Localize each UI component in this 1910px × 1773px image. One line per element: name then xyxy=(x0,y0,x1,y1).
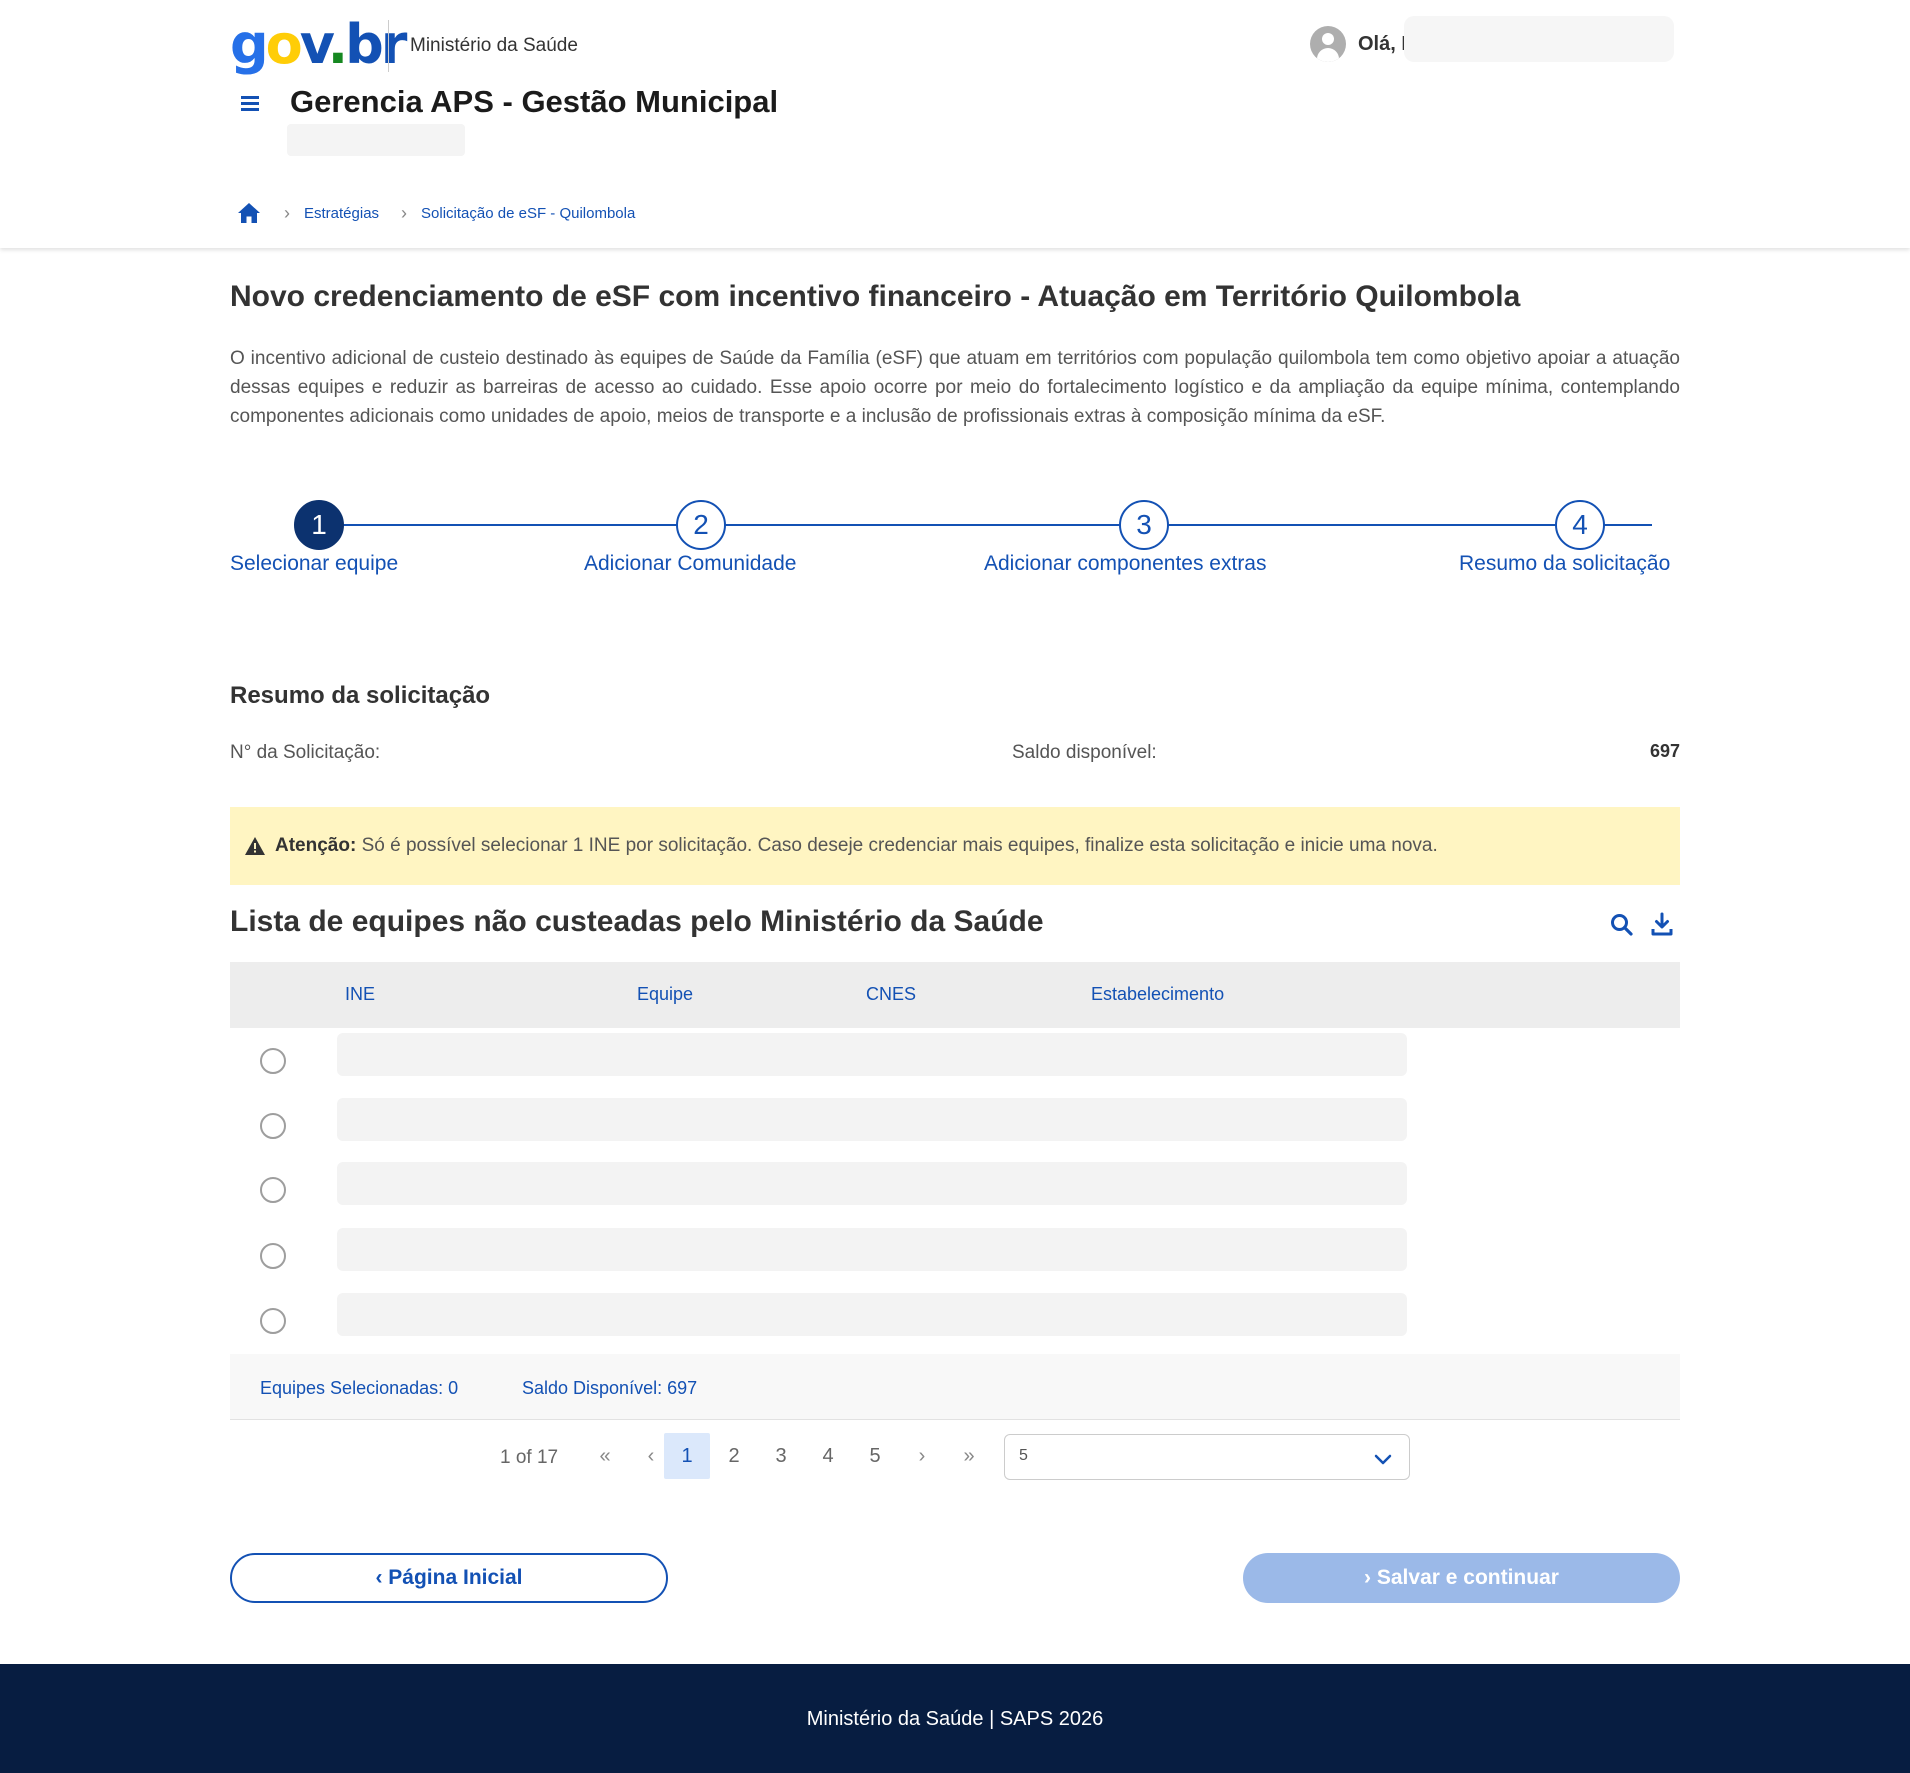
step-number: 4 xyxy=(1555,500,1605,550)
row-radio[interactable] xyxy=(260,1113,286,1139)
page-button-5[interactable]: 5 xyxy=(852,1433,898,1479)
intro-paragraph: O incentivo adicional de custeio destina… xyxy=(230,348,1680,427)
step-number: 3 xyxy=(1119,500,1169,550)
warning-alert: Atenção: Só é possível selecionar 1 INE … xyxy=(230,807,1680,885)
teams-list-title: Lista de equipes não custeadas pelo Mini… xyxy=(230,905,1044,938)
row-loading-skeleton xyxy=(337,1033,1407,1076)
back-button-label: Página Inicial xyxy=(388,1566,523,1589)
stepper: 1 Selecionar equipe 2 Adicionar Comunida… xyxy=(230,498,1680,588)
breadcrumb: › Estratégias › Solicitação de eSF - Qui… xyxy=(236,200,635,226)
first-page-icon[interactable]: « xyxy=(582,1433,628,1479)
redacted-municipality xyxy=(287,124,465,156)
user-avatar-icon xyxy=(1310,26,1346,62)
warning-icon xyxy=(244,836,266,856)
table-footer-summary: Equipes Selecionadas: 0 Saldo Disponível… xyxy=(230,1354,1680,1420)
next-button-label: Salvar e continuar xyxy=(1376,1566,1559,1589)
chevron-left-icon: ‹ xyxy=(375,1566,389,1589)
step-number: 2 xyxy=(676,500,726,550)
warning-text: Atenção: Só é possível selecionar 1 INE … xyxy=(275,835,1438,857)
page-size-value: 5 xyxy=(1019,1447,1028,1464)
row-loading-skeleton xyxy=(337,1293,1407,1336)
balance-value: 697 xyxy=(1649,741,1680,761)
request-number-label: N° da Solicitação: xyxy=(230,742,381,763)
logo-divider xyxy=(388,20,389,72)
page-size-select[interactable]: 5 xyxy=(1004,1434,1410,1480)
back-to-home-button[interactable]: ‹ Página Inicial xyxy=(230,1553,668,1603)
chevron-right-icon: › xyxy=(284,202,290,223)
step-label: Selecionar equipe xyxy=(230,552,399,575)
breadcrumb-link-estrategias[interactable]: Estratégias xyxy=(304,205,379,222)
govbr-logo[interactable]: gov.br xyxy=(230,14,407,76)
row-loading-skeleton xyxy=(337,1228,1407,1271)
user-greeting: Olá, I xyxy=(1358,33,1407,55)
balance-label: Saldo disponível: xyxy=(1012,742,1157,763)
chevron-right-icon: › xyxy=(401,202,408,223)
app-title: Gerencia APS - Gestão Municipal xyxy=(290,84,779,119)
page-button-2[interactable]: 2 xyxy=(711,1433,757,1479)
home-icon[interactable] xyxy=(236,200,262,226)
column-header-estabelecimento[interactable]: Estabelecimento xyxy=(1091,984,1224,1005)
chevron-down-icon xyxy=(1373,1449,1393,1469)
ministry-name: Ministério da Saúde xyxy=(410,35,578,56)
step-label: Adicionar componentes extras xyxy=(984,552,1267,575)
row-loading-skeleton xyxy=(337,1162,1407,1205)
row-loading-skeleton xyxy=(337,1098,1407,1141)
breadcrumb-current[interactable]: Solicitação de eSF - Quilombola xyxy=(421,205,635,222)
selected-teams-count: Equipes Selecionadas: 0 xyxy=(260,1378,459,1398)
page-title: Novo credenciamento de eSF com incentivo… xyxy=(230,280,1521,313)
step-label: Adicionar Comunidade xyxy=(584,552,797,575)
site-header: gov.br Ministério da Saúde Olá, I Gerenc… xyxy=(0,0,1910,248)
stepper-line xyxy=(322,524,1652,526)
hamburger-menu-icon[interactable] xyxy=(236,88,266,118)
page-button-4[interactable]: 4 xyxy=(805,1433,851,1479)
last-page-icon[interactable]: » xyxy=(946,1433,992,1479)
footer-text: Ministério da Saúde | SAPS 2026 xyxy=(806,1708,1104,1730)
warning-strong: Atenção: xyxy=(275,835,357,856)
page-button-1[interactable]: 1 xyxy=(664,1433,710,1479)
row-radio[interactable] xyxy=(260,1048,286,1074)
row-radio[interactable] xyxy=(260,1243,286,1269)
warning-message: Só é possível selecionar 1 INE por solic… xyxy=(356,835,1438,856)
download-icon[interactable] xyxy=(1647,910,1677,940)
page-button-3[interactable]: 3 xyxy=(758,1433,804,1479)
column-header-equipe[interactable]: Equipe xyxy=(637,984,693,1005)
step-label: Resumo da solicitação xyxy=(1459,552,1671,575)
next-page-icon[interactable]: › xyxy=(899,1433,945,1479)
site-footer: Ministério da Saúde | SAPS 2026 xyxy=(0,1664,1910,1773)
table-header: INE Equipe CNES Estabelecimento xyxy=(230,962,1680,1028)
search-icon[interactable] xyxy=(1607,910,1637,940)
page-info: 1 of 17 xyxy=(500,1447,559,1468)
save-and-continue-button[interactable]: › Salvar e continuar xyxy=(1243,1553,1680,1603)
step-number: 1 xyxy=(294,500,344,550)
column-header-cnes[interactable]: CNES xyxy=(866,984,916,1005)
redacted-user-name xyxy=(1404,16,1674,62)
row-radio[interactable] xyxy=(260,1308,286,1334)
summary-title: Resumo da solicitação xyxy=(230,682,491,709)
row-radio[interactable] xyxy=(260,1177,286,1203)
available-balance: Saldo Disponível: 697 xyxy=(522,1378,698,1398)
chevron-right-icon: › xyxy=(1364,1566,1377,1589)
column-header-ine[interactable]: INE xyxy=(345,984,375,1005)
